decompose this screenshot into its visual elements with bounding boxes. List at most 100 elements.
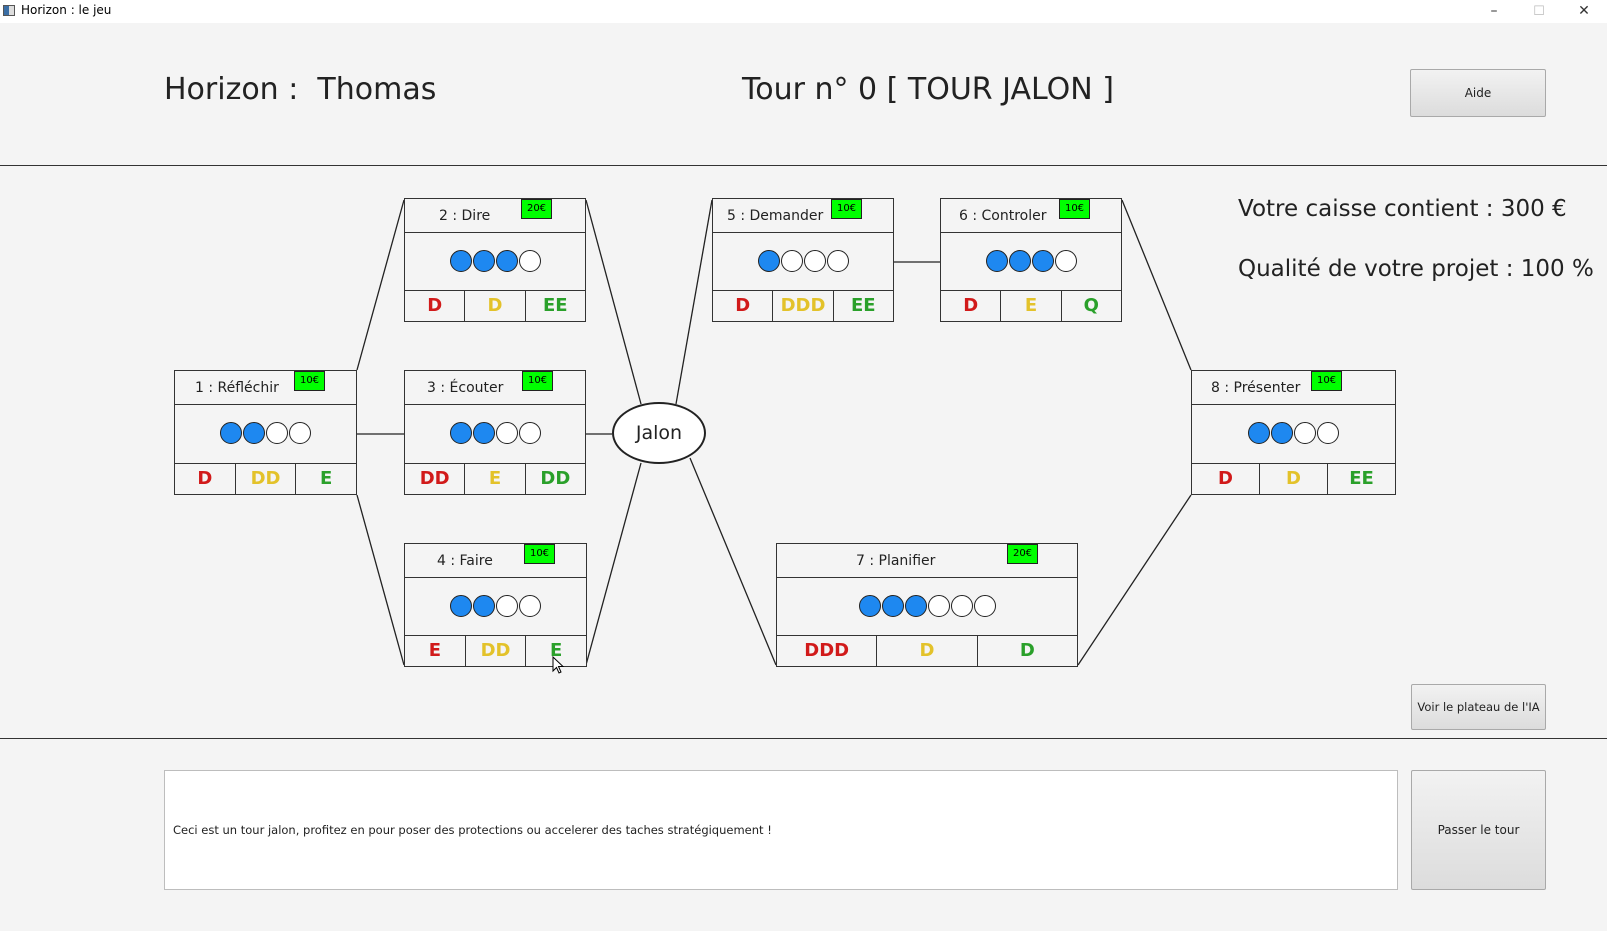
progress-dot-empty [496, 594, 518, 617]
price-tag: 20€ [521, 199, 552, 219]
task-card[interactable]: 7 : Planifier 20€ DDD D D [776, 543, 1078, 667]
cost-cell[interactable]: D [1192, 464, 1259, 494]
cost-cell[interactable]: EE [524, 291, 585, 321]
cost-cell[interactable]: D [713, 291, 772, 321]
cost-cell[interactable]: D [941, 291, 1000, 321]
progress-dot-empty [973, 594, 996, 617]
cost-cell[interactable]: E [1000, 291, 1060, 321]
progress-dot-filled [472, 249, 495, 272]
mouse-cursor-icon [552, 656, 565, 674]
message-panel: Ceci est un tour jalon, profitez en pour… [164, 770, 1398, 890]
task-card[interactable]: 1 : Réfléchir 10€ D DD E [174, 370, 357, 495]
connector-line [585, 199, 642, 405]
progress-dots [405, 233, 585, 288]
task-label: 6 : Controler [959, 208, 1047, 224]
progress-dot-empty [289, 421, 311, 444]
progress-dot-filled [881, 594, 904, 617]
cost-cell[interactable]: D [876, 636, 976, 666]
cost-cell[interactable]: D [1259, 464, 1327, 494]
cost-cell[interactable]: E [464, 464, 524, 494]
cost-cell[interactable]: EE [832, 291, 893, 321]
task-label: 1 : Réfléchir [195, 380, 279, 396]
task-label: 3 : Écouter [427, 380, 504, 396]
progress-dot-filled [449, 421, 472, 444]
price-tag: 20€ [1007, 544, 1038, 564]
progress-dot-filled [243, 421, 265, 444]
progress-dot-empty [518, 249, 541, 272]
connector-line [356, 494, 405, 666]
pass-turn-button[interactable]: Passer le tour [1411, 770, 1546, 890]
bottom-divider [0, 738, 1607, 739]
progress-dot-empty [1317, 421, 1339, 444]
task-card[interactable]: 3 : Écouter 10€ DD E DD [404, 370, 586, 495]
price-tag: 10€ [1059, 199, 1090, 219]
cost-cell[interactable]: Q [1060, 291, 1121, 321]
price-tag: 10€ [522, 371, 553, 391]
cost-cell[interactable]: DD [234, 464, 296, 494]
progress-dot-empty [495, 421, 518, 444]
progress-dot-filled [472, 421, 495, 444]
price-tag: 10€ [524, 544, 555, 564]
progress-dot-empty [780, 249, 803, 272]
progress-dot-filled [1031, 249, 1054, 272]
progress-dot-empty [803, 249, 826, 272]
task-label: 5 : Demander [727, 208, 824, 224]
cost-cell[interactable]: DDD [777, 636, 876, 666]
connector-line [1077, 494, 1192, 666]
cost-cell[interactable]: D [464, 291, 524, 321]
progress-dot-filled [1248, 421, 1270, 444]
progress-dot-filled [1008, 249, 1031, 272]
task-label: 4 : Faire [437, 553, 493, 569]
cost-cell[interactable]: DDD [772, 291, 832, 321]
connector-line [675, 199, 713, 405]
progress-dot-empty [927, 594, 950, 617]
progress-dot-filled [449, 249, 472, 272]
connector-line [1121, 199, 1192, 371]
cost-cell[interactable]: DD [464, 636, 526, 666]
connector-line [356, 199, 405, 371]
task-card[interactable]: 6 : Controler 10€ D E Q [940, 198, 1122, 322]
progress-dot-filled [985, 249, 1008, 272]
cost-cell[interactable]: EE [1327, 464, 1395, 494]
cost-cell[interactable]: E [405, 636, 465, 666]
price-tag: 10€ [1311, 371, 1342, 391]
view-ai-board-button[interactable]: Voir le plateau de l'IA [1411, 684, 1546, 730]
cost-cell[interactable]: DD [524, 464, 585, 494]
cost-cell[interactable]: D [976, 636, 1077, 666]
connector-line [689, 457, 777, 666]
task-card[interactable]: 4 : Faire 10€ E DD E [404, 543, 587, 667]
task-label: 8 : Présenter [1211, 380, 1301, 396]
progress-dots [405, 405, 585, 460]
progress-dots [405, 578, 586, 633]
progress-dot-filled [904, 594, 927, 617]
cost-cell[interactable]: E [295, 464, 356, 494]
task-card[interactable]: 5 : Demander 10€ D DDD EE [712, 198, 894, 322]
progress-dot-empty [266, 421, 288, 444]
progress-dots [1192, 405, 1395, 460]
progress-dot-filled [495, 249, 518, 272]
price-tag: 10€ [294, 371, 325, 391]
progress-dot-filled [1271, 421, 1293, 444]
progress-dot-empty [1294, 421, 1316, 444]
task-card[interactable]: 8 : Présenter 10€ D D EE [1191, 370, 1396, 495]
progress-dots [777, 578, 1077, 633]
message-text: Ceci est un tour jalon, profitez en pour… [173, 823, 772, 837]
progress-dots [713, 233, 893, 288]
progress-dot-empty [519, 594, 541, 617]
progress-dot-empty [826, 249, 849, 272]
progress-dot-filled [450, 594, 472, 617]
progress-dot-filled [757, 249, 780, 272]
progress-dot-empty [950, 594, 973, 617]
progress-dot-empty [1054, 249, 1077, 272]
cost-cell[interactable]: D [405, 291, 464, 321]
milestone-node[interactable]: Jalon [612, 402, 706, 464]
progress-dots [941, 233, 1121, 288]
task-label: 2 : Dire [439, 208, 491, 224]
progress-dot-filled [858, 594, 881, 617]
cost-cell[interactable]: D [175, 464, 235, 494]
progress-dots [175, 405, 356, 460]
task-card[interactable]: 2 : Dire 20€ D D EE [404, 198, 586, 322]
progress-dot-empty [518, 421, 541, 444]
cost-cell[interactable]: DD [405, 464, 464, 494]
price-tag: 10€ [831, 199, 862, 219]
